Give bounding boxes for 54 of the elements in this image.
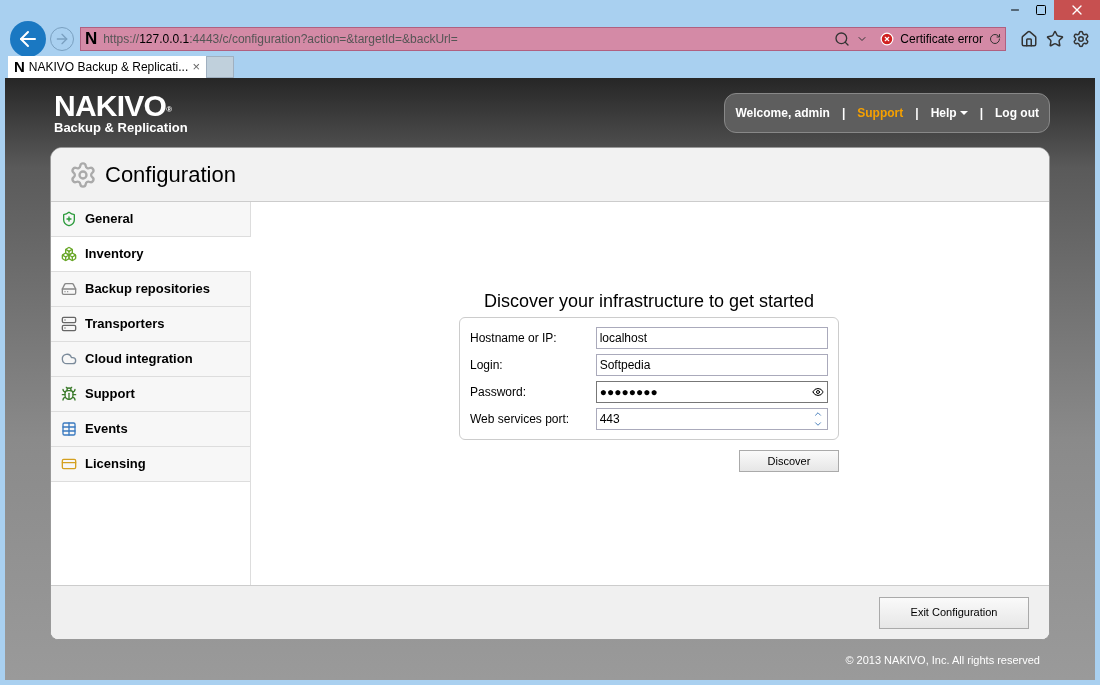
search-icon[interactable] [834,31,851,47]
site-icon: N [84,26,98,52]
sidebar-item[interactable]: Backup repositories [51,272,250,307]
input-field[interactable]: localhost [595,327,828,349]
discover-button[interactable]: Discover [739,450,839,472]
field-label: Login: [470,357,504,374]
field-label: Hostname or IP: [470,330,558,347]
separator: | [915,104,919,122]
shield-icon [61,211,77,227]
field-label: Web services port: [470,411,571,428]
back-button[interactable] [10,21,46,57]
exit-configuration-button[interactable]: Exit Configuration [879,596,1029,629]
port-field[interactable]: 443 [595,408,828,430]
show-password-icon[interactable] [812,386,824,398]
cloud-icon [61,351,77,367]
url-text: https://127.0.0.1:4443/c/configuration?action=&targetId=&backUrl= [103,31,459,48]
address-bar[interactable]: N https://127.0.0.1:4443/c/configuration?action=&targetId=&backUrl= Certificate error [79,27,1006,51]
home-icon[interactable] [1020,30,1038,48]
tab-title: NAKIVO Backup & Replicati... [28,59,189,76]
sidebar-item[interactable]: Transporters [51,307,250,342]
tab-close-button[interactable]: × [192,57,200,77]
sidebar-item[interactable]: Cloud integration [51,342,250,377]
spinner-icon[interactable] [812,409,824,429]
boxes-icon [61,246,77,262]
sidebar-item[interactable]: Events [51,412,250,447]
settings-icon[interactable] [1072,30,1090,48]
separator: | [979,104,983,122]
refresh-icon[interactable] [989,33,1001,45]
panel-title: Configuration [105,161,236,189]
input-field[interactable]: Softpedia [595,354,828,376]
sidebar-item[interactable]: Licensing [51,447,250,482]
separator: | [841,104,846,122]
discover-heading: Discover your infrastructure to get started [483,290,815,313]
copyright-text: © 2013 NAKIVO, Inc. All rights reserved [845,652,1040,668]
header-link[interactable]: Log out [995,103,1039,122]
browser-tab[interactable]: N NAKIVO Backup & Replicati... × [8,56,206,78]
help-menu[interactable]: Help [930,103,968,122]
welcome-text: Welcome, admin [735,104,830,122]
server-icon [61,316,77,332]
sidebar-item[interactable]: Support [51,377,250,412]
table-icon [61,421,77,437]
card-icon [61,456,77,472]
favorites-icon[interactable] [1046,30,1064,48]
error-icon [880,32,895,46]
field-label: Password: [470,384,528,401]
sidebar-item[interactable]: General [51,202,250,237]
storage-icon [61,281,77,297]
bug-icon [61,386,77,402]
maximize-icon [1035,4,1047,16]
password-field[interactable]: ●●●●●●●● [595,381,828,403]
certificate-error[interactable]: Certificate error [900,30,983,48]
sidebar-item[interactable]: Inventory [51,237,251,272]
tab-icon: N [14,55,25,79]
gear-icon [69,160,97,189]
